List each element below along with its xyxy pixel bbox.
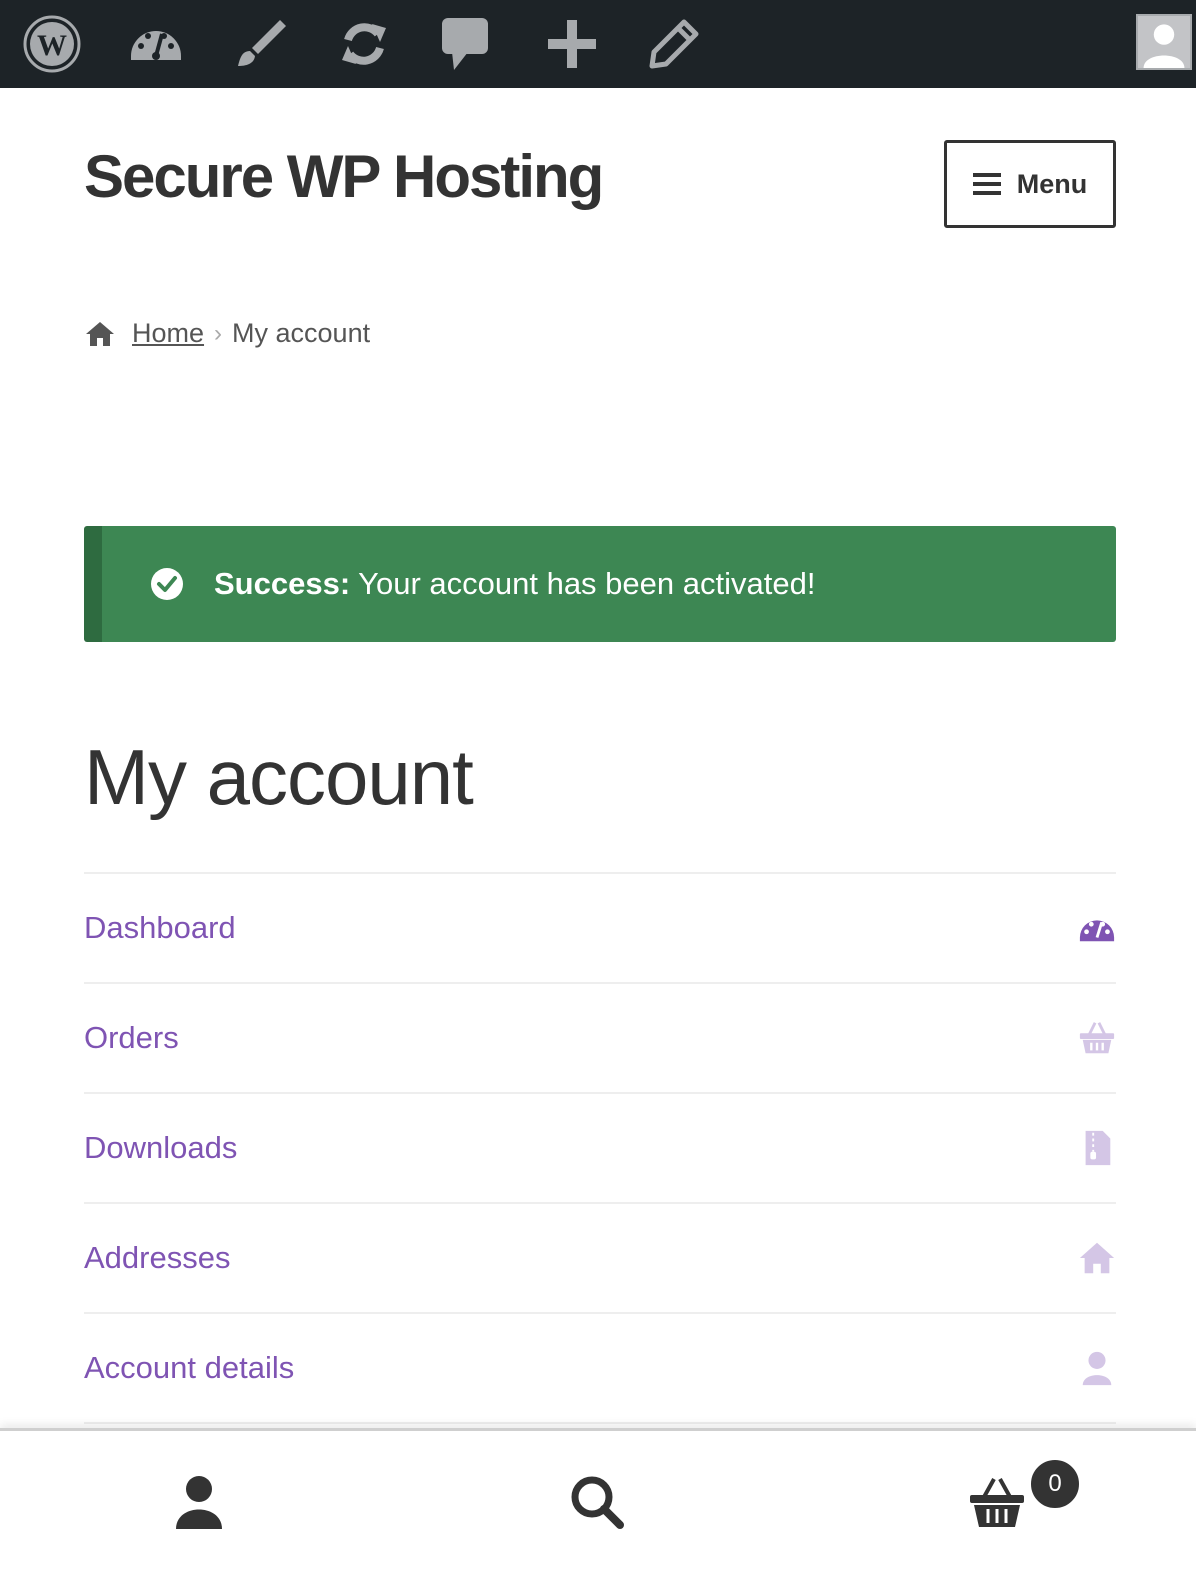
account-nav-dashboard[interactable]: Dashboard [84,874,1116,984]
search-button[interactable] [398,1431,796,1573]
account-nav-label: Addresses [84,1240,231,1275]
account-nav-label: Orders [84,1020,179,1055]
svg-text:W: W [37,29,67,62]
new-content-plus-icon[interactable] [542,14,602,74]
menu-label: Menu [1016,168,1088,199]
updates-icon[interactable] [334,14,394,74]
basket-icon [1079,1022,1115,1054]
edit-pencil-icon[interactable] [644,14,704,74]
dashboard-icon[interactable] [126,14,186,74]
home-icon [86,321,114,346]
chevron-right-icon: › [214,319,223,347]
comments-icon[interactable] [436,14,496,74]
site-title[interactable]: Secure WP Hosting [84,142,604,211]
handheld-footer-bar: 0 [0,1428,1196,1573]
user-icon [1082,1351,1112,1386]
notice-label: Success: [214,566,351,601]
account-navigation: Dashboard Orders Downloads Addresses Acc… [84,872,1116,1424]
dashboard-icon [1079,920,1115,942]
breadcrumb-current: My account [232,318,371,348]
check-circle-icon [151,568,183,600]
search-icon [571,1476,624,1529]
account-nav-label: Downloads [84,1130,238,1165]
account-nav-label: Account details [84,1350,295,1385]
account-nav-addresses[interactable]: Addresses [84,1204,1116,1314]
account-nav-account-details[interactable]: Account details [84,1314,1116,1424]
menu-button[interactable]: Menu [944,140,1116,228]
account-nav-label: Dashboard [84,910,236,945]
page-title: My account [84,733,474,821]
breadcrumb: Home › My account [84,318,370,349]
file-archive-icon [1085,1130,1111,1166]
success-notice: Success: Your account has been activated… [84,526,1116,642]
my-account-button[interactable] [0,1431,398,1573]
home-icon [1079,1242,1115,1274]
notice-message: Your account has been activated! [358,566,816,601]
basket-icon [970,1478,1024,1527]
hamburger-icon [972,173,1001,195]
avatar-person-icon [1143,24,1185,68]
cart-count-badge: 0 [1028,1457,1082,1511]
account-nav-downloads[interactable]: Downloads [84,1094,1116,1204]
customize-brush-icon[interactable] [230,14,290,74]
cart-button[interactable]: 0 [798,1431,1196,1573]
breadcrumb-home-link[interactable]: Home [132,318,204,349]
wordpress-logo-icon[interactable]: W [22,14,82,74]
account-nav-orders[interactable]: Orders [84,984,1116,1094]
user-icon [176,1476,222,1529]
admin-bar: W [0,0,1196,88]
user-avatar[interactable] [1136,14,1192,70]
